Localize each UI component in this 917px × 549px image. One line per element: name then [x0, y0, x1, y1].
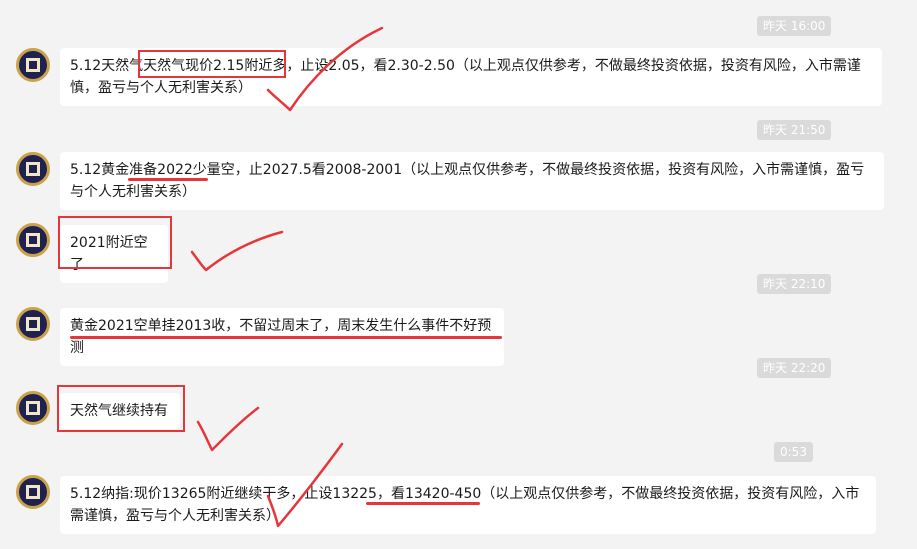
check-mark-icon — [190, 26, 384, 528]
